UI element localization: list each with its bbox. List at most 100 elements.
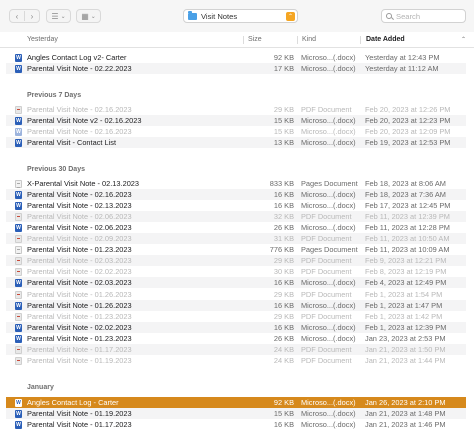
pdf-icon <box>15 290 22 299</box>
file-name: Parental Visit Note - 02.16.2023 <box>27 189 132 199</box>
file-name: Parental Visit Note - 02.02.2023 <box>27 322 132 332</box>
path-popup[interactable]: Visit Notes ⌃ <box>183 9 298 23</box>
file-row[interactable]: Parental Visit Note v2 - 02.16.2023 15 KB… <box>6 114 466 126</box>
file-kind: Microso...(.docx) <box>301 137 356 147</box>
file-size: 15 KB <box>273 408 294 418</box>
file-row[interactable]: Parental Visit Note - 01.26.2023 29 KB PDF… <box>6 289 466 300</box>
file-kind: Microso...(.docx) <box>301 322 356 332</box>
file-row[interactable]: Parental Visit Note - 02.03.2023 16 KB Mic… <box>6 277 466 289</box>
file-size: 776 KB <box>269 245 294 255</box>
path-chevron-icon[interactable]: ⌃ <box>286 12 295 21</box>
list-icon: ☰ <box>51 11 59 21</box>
column-date-added-header[interactable]: Date Added <box>366 33 405 47</box>
file-name: Parental Visit Note - 02.16.2023 <box>27 104 132 114</box>
search-field[interactable] <box>381 9 466 23</box>
file-kind: Microso...(.docx) <box>301 397 356 407</box>
file-size: 24 KB <box>273 345 294 354</box>
file-name: Parental Visit Note - 02.03.2023 <box>27 256 132 266</box>
column-divider[interactable] <box>360 36 361 44</box>
word-doc-icon <box>15 53 22 62</box>
file-row[interactable]: Parental Visit Note - 01.19.2023 24 KB PDF… <box>6 355 466 366</box>
file-row[interactable]: Parental Visit Note - 01.23.2023 776 KB Pa… <box>6 244 466 255</box>
pdf-icon <box>15 268 22 277</box>
file-name: Parental Visit Note - 02.13.2023 <box>27 200 132 210</box>
file-name: Parental Visit Note - 01.17.2023 <box>27 419 132 429</box>
forward-button[interactable]: › <box>25 12 39 21</box>
word-doc-icon <box>15 279 22 288</box>
file-kind: PDF Document <box>301 234 352 243</box>
file-kind: PDF Document <box>301 356 352 366</box>
file-name: Parental Visit - Contact List <box>27 137 117 147</box>
file-row[interactable]: Parental Visit Note - 02.16.2023 15 KB Mic… <box>6 126 466 137</box>
file-row[interactable]: Parental Visit Note - 01.26.2023 16 KB Mic… <box>6 299 466 311</box>
file-row[interactable]: Parental Visit Note - 02.02.2023 16 KB Mic… <box>6 321 466 333</box>
file-name: Parental Visit Note - 01.19.2023 <box>27 356 132 366</box>
file-size: 26 KB <box>273 333 294 343</box>
chevron-down-icon: ⌄ <box>60 13 66 20</box>
file-row[interactable]: Angles Contact Log v2- Carter 92 KB Micros… <box>6 52 466 63</box>
column-size-header[interactable]: Size <box>248 33 262 47</box>
word-doc-icon <box>15 334 22 343</box>
column-divider[interactable] <box>243 36 244 44</box>
file-size: 30 KB <box>273 267 294 277</box>
file-row[interactable]: Parental Visit Note - 02.16.2023 29 KB PDF… <box>6 104 466 115</box>
pages-icon <box>15 246 22 255</box>
file-date-added: Yesterday at 12:43 PM <box>365 52 440 62</box>
file-kind: Microso...(.docx) <box>301 52 356 62</box>
file-kind: Microso...(.docx) <box>301 189 356 199</box>
column-kind-header[interactable]: Kind <box>302 33 316 47</box>
file-row[interactable]: Parental Visit Note - 01.19.2023 15 KB Mic… <box>6 407 466 419</box>
file-name: Parental Visit Note - 02.09.2023 <box>27 234 132 243</box>
file-kind: Microso...(.docx) <box>301 126 356 136</box>
file-kind: Microso...(.docx) <box>301 408 356 418</box>
chevron-down-icon: ⌄ <box>90 13 96 20</box>
file-size: 92 KB <box>273 397 294 407</box>
file-row[interactable]: Angles Contact Log - Carter 92 KB Microso.… <box>6 396 466 408</box>
file-date-added: Feb 20, 2023 at 12:26 PM <box>365 104 451 114</box>
group-header: Previous 30 Days <box>27 166 85 173</box>
file-name: Parental Visit Note - 02.22.2023 <box>27 63 132 73</box>
file-row[interactable]: Parental Visit Note - 02.03.2023 29 KB PDF… <box>6 255 466 267</box>
file-kind: PDF Document <box>301 311 352 321</box>
file-size: 833 KB <box>269 178 294 188</box>
file-date-added: Feb 11, 2023 at 12:28 PM <box>365 222 450 232</box>
file-date-added: Feb 18, 2023 at 8:06 AM <box>365 178 446 188</box>
file-row[interactable]: Parental Visit Note - 02.02.2023 30 KB PDF… <box>6 266 466 277</box>
file-kind: Microso...(.docx) <box>301 300 356 310</box>
file-size: 15 KB <box>273 115 294 125</box>
file-row[interactable]: Parental Visit Note - 02.09.2023 31 KB PDF… <box>6 233 466 244</box>
file-date-added: Feb 11, 2023 at 12:39 PM <box>365 211 450 221</box>
file-size: 17 KB <box>273 63 294 73</box>
file-name: Parental Visit Note - 01.19.2023 <box>27 408 132 418</box>
column-name-header[interactable]: Yesterday <box>27 33 58 47</box>
file-row[interactable]: Parental Visit Note - 02.06.2023 26 KB Mic… <box>6 222 466 233</box>
file-row[interactable]: Parental Visit Note - 01.23.2023 26 KB Mic… <box>6 333 466 344</box>
sort-ascending-icon[interactable]: ⌃ <box>461 33 466 47</box>
file-row[interactable]: Parental Visit Note - 01.23.2023 29 KB PDF… <box>6 311 466 322</box>
file-size: 31 KB <box>273 234 294 243</box>
file-row[interactable]: X-Parental Visit Note - 02.13.2023 833 KB… <box>6 178 466 189</box>
file-row[interactable]: Parental Visit Note - 02.16.2023 16 KB Mic… <box>6 188 466 200</box>
file-row[interactable]: Parental Visit Note - 02.06.2023 32 KB PDF… <box>6 210 466 222</box>
file-row[interactable]: Parental Visit Note - 02.13.2023 16 KB Mic… <box>6 200 466 211</box>
back-button[interactable]: ‹ <box>10 12 24 21</box>
group-header: Previous 7 Days <box>27 92 82 99</box>
word-doc-icon <box>15 420 22 429</box>
group-view-button[interactable]: ▦ ⌄ <box>76 9 101 23</box>
file-name: Parental Visit Note - 02.06.2023 <box>27 211 132 221</box>
file-name: X-Parental Visit Note - 02.13.2023 <box>27 178 140 188</box>
word-doc-icon <box>15 201 22 210</box>
file-name: Parental Visit Note - 01.23.2023 <box>27 245 132 255</box>
word-doc-icon <box>15 398 22 407</box>
file-date-added: Yesterday at 11:12 AM <box>365 63 439 73</box>
file-row[interactable]: Parental Visit Note - 01.17.2023 24 KB PDF… <box>6 344 466 355</box>
column-divider[interactable] <box>297 36 298 44</box>
file-row[interactable]: Parental Visit - Contact List 13 KB Micros… <box>6 136 466 148</box>
file-row[interactable]: Parental Visit Note - 02.22.2023 17 KB Mic… <box>6 62 466 74</box>
search-input[interactable] <box>392 11 456 21</box>
file-name: Parental Visit Note - 01.26.2023 <box>27 289 132 299</box>
file-kind: Microso...(.docx) <box>301 200 356 210</box>
list-view-button[interactable]: ☰ ⌄ <box>46 9 71 23</box>
word-doc-icon <box>15 138 22 147</box>
file-row[interactable]: Parental Visit Note - 01.17.2023 16 KB Mic… <box>6 419 466 430</box>
